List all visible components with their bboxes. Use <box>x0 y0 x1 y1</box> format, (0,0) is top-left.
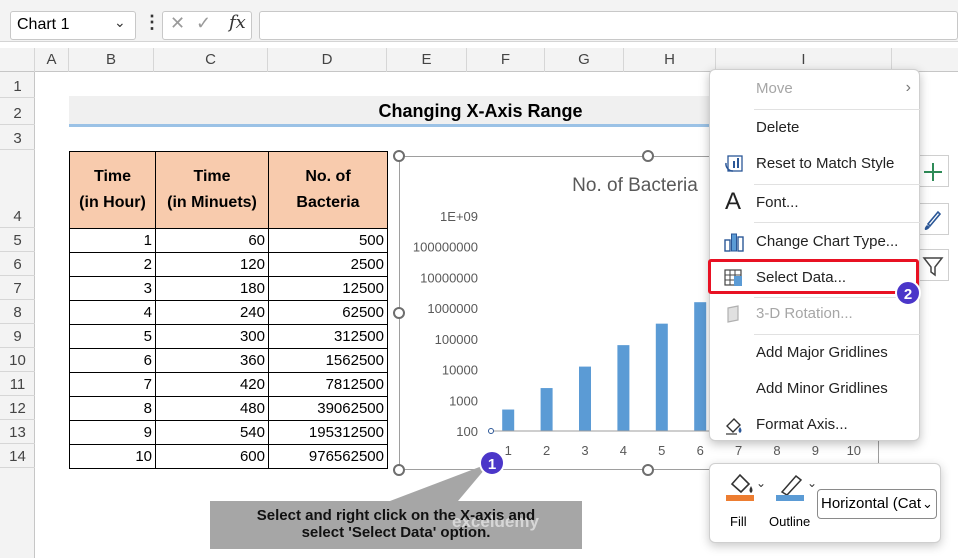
step-badge-2: 2 <box>895 280 921 306</box>
callout-pointer <box>390 463 490 501</box>
step-badge-1: 1 <box>479 450 505 476</box>
instruction-text: Select and right click on the X-axis and… <box>256 507 536 541</box>
